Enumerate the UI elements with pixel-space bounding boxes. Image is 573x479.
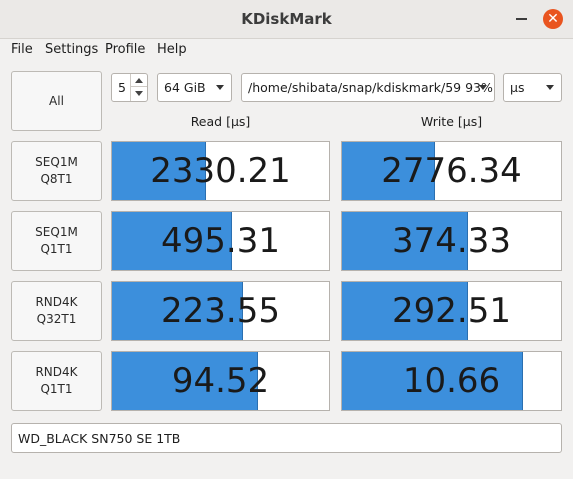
test-name: RND4K [35, 295, 78, 309]
test-name: RND4K [35, 365, 78, 379]
minimize-icon[interactable] [516, 18, 527, 20]
title-bar: KDiskMark ✕ [0, 0, 573, 39]
loops-value: 5 [118, 80, 126, 95]
test-params: Q1T1 [40, 242, 73, 256]
chevron-down-icon [479, 84, 487, 90]
menu-bar: File Settings Profile Help [0, 39, 573, 61]
test-params: Q1T1 [40, 382, 73, 396]
test-params: Q8T1 [40, 172, 73, 186]
menu-file[interactable]: File [11, 42, 33, 57]
test-button-rnd4k-q1t1[interactable]: RND4K Q1T1 [11, 351, 102, 411]
write-value: 2776.34 [381, 151, 522, 191]
write-result: 10.66 [341, 351, 562, 411]
write-header: Write [µs] [420, 114, 483, 129]
device-name: WD_BLACK SN750 SE 1TB [18, 430, 181, 446]
write-value: 292.51 [392, 291, 511, 331]
test-name: SEQ1M [35, 225, 78, 239]
device-name-field[interactable]: WD_BLACK SN750 SE 1TB [11, 423, 562, 453]
test-button-seq1m-q8t1[interactable]: SEQ1M Q8T1 [11, 141, 102, 201]
read-value: 223.55 [161, 291, 280, 331]
window-title: KDiskMark [241, 10, 332, 28]
size-value: 64 GiB [164, 80, 206, 95]
write-value: 374.33 [392, 221, 511, 261]
write-result: 292.51 [341, 281, 562, 341]
menu-settings[interactable]: Settings [45, 42, 98, 57]
read-result: 223.55 [111, 281, 330, 341]
write-result: 2776.34 [341, 141, 562, 201]
all-button[interactable]: All [11, 71, 102, 131]
test-button-seq1m-q1t1[interactable]: SEQ1M Q1T1 [11, 211, 102, 271]
menu-help[interactable]: Help [157, 42, 187, 57]
read-header: Read [µs] [190, 114, 251, 129]
unit-select[interactable]: µs [503, 73, 562, 102]
write-result: 374.33 [341, 211, 562, 271]
path-value: /home/shibata/snap/kdiskmark/59 93% ( [248, 80, 495, 95]
size-select[interactable]: 64 GiB [157, 73, 232, 102]
close-icon[interactable]: ✕ [543, 9, 563, 29]
test-button-rnd4k-q32t1[interactable]: RND4K Q32T1 [11, 281, 102, 341]
read-result: 495.31 [111, 211, 330, 271]
read-result: 2330.21 [111, 141, 330, 201]
read-value: 495.31 [161, 221, 280, 261]
read-result: 94.52 [111, 351, 330, 411]
chevron-down-icon [546, 84, 554, 90]
unit-value: µs [510, 80, 525, 95]
read-value: 2330.21 [150, 151, 291, 191]
read-value: 94.52 [171, 361, 270, 401]
spin-down-icon[interactable] [130, 86, 147, 101]
path-select[interactable]: /home/shibata/snap/kdiskmark/59 93% ( [241, 73, 495, 102]
test-params: Q32T1 [36, 312, 77, 326]
menu-profile[interactable]: Profile [105, 42, 145, 57]
write-value: 10.66 [402, 361, 501, 401]
loops-spinbox[interactable]: 5 [111, 73, 148, 102]
test-name: SEQ1M [35, 155, 78, 169]
chevron-down-icon [216, 84, 224, 90]
